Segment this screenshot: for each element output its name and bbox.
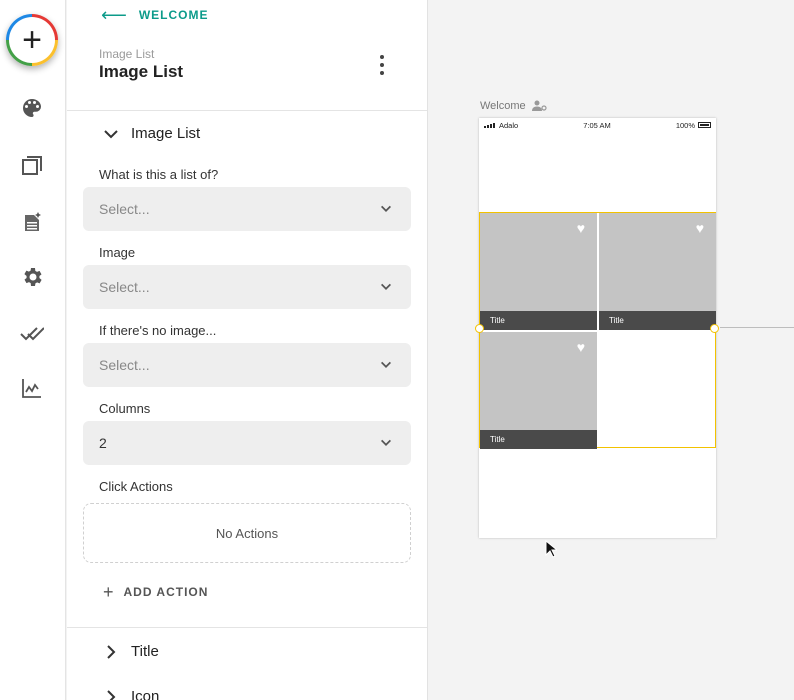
- screens-icon[interactable]: [19, 153, 45, 179]
- component-type-label: Image List: [99, 47, 155, 61]
- section-divider: [67, 627, 427, 628]
- chevron-down-icon: [381, 205, 391, 212]
- no-image-label: If there's no image...: [99, 323, 217, 338]
- heart-icon[interactable]: ♥: [577, 340, 585, 354]
- heart-icon[interactable]: ♥: [696, 221, 704, 235]
- select-value: Select...: [99, 201, 150, 217]
- image-tile[interactable]: ♥ Title: [480, 213, 597, 330]
- image-tile[interactable]: ♥ Title: [599, 213, 716, 330]
- battery-icon: [698, 122, 711, 128]
- properties-panel: ⟵ WELCOME Image List Image List Image Li…: [67, 0, 428, 700]
- link-connector-line: [720, 327, 794, 328]
- resize-handle-left[interactable]: [475, 324, 484, 333]
- heart-icon[interactable]: ♥: [577, 221, 585, 235]
- carrier-label: Adalo: [499, 120, 519, 130]
- image-label: Image: [99, 245, 136, 260]
- add-action-label: ADD ACTION: [123, 585, 209, 599]
- plus-icon: +: [9, 17, 55, 63]
- header-divider: [67, 110, 427, 111]
- list-of-select[interactable]: Select...: [83, 187, 411, 231]
- section-title: Title: [131, 643, 159, 660]
- chevron-right-icon: [107, 689, 116, 700]
- editor-canvas[interactable]: Welcome Adalo 7:05 AM 100% ♥ Title ♥ Tit…: [429, 0, 794, 700]
- user-key-icon: [531, 100, 547, 111]
- columns-label: Columns: [99, 401, 151, 416]
- time-label: 7:05 AM: [583, 120, 611, 130]
- more-options-icon[interactable]: [375, 55, 389, 75]
- columns-select[interactable]: 2: [83, 421, 411, 465]
- add-component-button[interactable]: +: [6, 14, 58, 66]
- image-list-component[interactable]: ♥ Title ♥ Title ♥ Title: [475, 212, 719, 449]
- publish-icon[interactable]: [19, 320, 45, 346]
- chevron-down-icon: [104, 129, 118, 138]
- section-image-list[interactable]: Image List: [103, 125, 200, 142]
- click-actions-label: Click Actions: [99, 479, 173, 494]
- database-icon[interactable]: [19, 209, 45, 235]
- left-toolbar: +: [0, 0, 66, 700]
- select-value: Select...: [99, 279, 150, 295]
- settings-icon[interactable]: [19, 264, 45, 290]
- chevron-down-icon: [381, 283, 391, 290]
- mouse-cursor-icon: [545, 540, 557, 558]
- tile-caption: Title: [480, 430, 597, 449]
- chevron-right-icon: [107, 644, 116, 659]
- signal-icon: [484, 122, 496, 128]
- select-value: Select...: [99, 357, 150, 373]
- arrow-left-icon: ⟵: [101, 5, 127, 25]
- add-action-button[interactable]: + ADD ACTION: [103, 583, 208, 601]
- analytics-icon[interactable]: [19, 375, 45, 401]
- status-bar: Adalo 7:05 AM 100%: [479, 118, 716, 132]
- back-to-screen-link[interactable]: ⟵ WELCOME: [101, 6, 208, 24]
- no-image-select[interactable]: Select...: [83, 343, 411, 387]
- section-title: Image List: [131, 125, 201, 142]
- screen-name-label[interactable]: Welcome: [480, 100, 548, 112]
- component-name[interactable]: Image List: [99, 62, 183, 82]
- palette-icon[interactable]: [19, 95, 45, 121]
- list-of-label: What is this a list of?: [99, 167, 219, 182]
- section-icon-collapsed[interactable]: Icon: [103, 688, 159, 700]
- phone-screen[interactable]: Adalo 7:05 AM 100% ♥ Title ♥ Title ♥ Tit…: [475, 118, 719, 538]
- chevron-down-icon: [381, 439, 391, 446]
- image-tile[interactable]: ♥ Title: [480, 332, 597, 449]
- tile-caption: Title: [480, 311, 597, 330]
- image-select[interactable]: Select...: [83, 265, 411, 309]
- screen-name: Welcome: [480, 100, 526, 112]
- no-actions-box: No Actions: [83, 503, 411, 563]
- select-value: 2: [99, 435, 107, 451]
- battery-percent: 100%: [675, 120, 695, 130]
- section-title: Icon: [131, 688, 160, 700]
- resize-handle-right[interactable]: [710, 324, 719, 333]
- tile-caption: Title: [599, 311, 716, 330]
- chevron-down-icon: [381, 361, 391, 368]
- section-title-collapsed[interactable]: Title: [103, 643, 159, 660]
- plus-icon: +: [103, 582, 114, 602]
- back-label: WELCOME: [138, 8, 209, 22]
